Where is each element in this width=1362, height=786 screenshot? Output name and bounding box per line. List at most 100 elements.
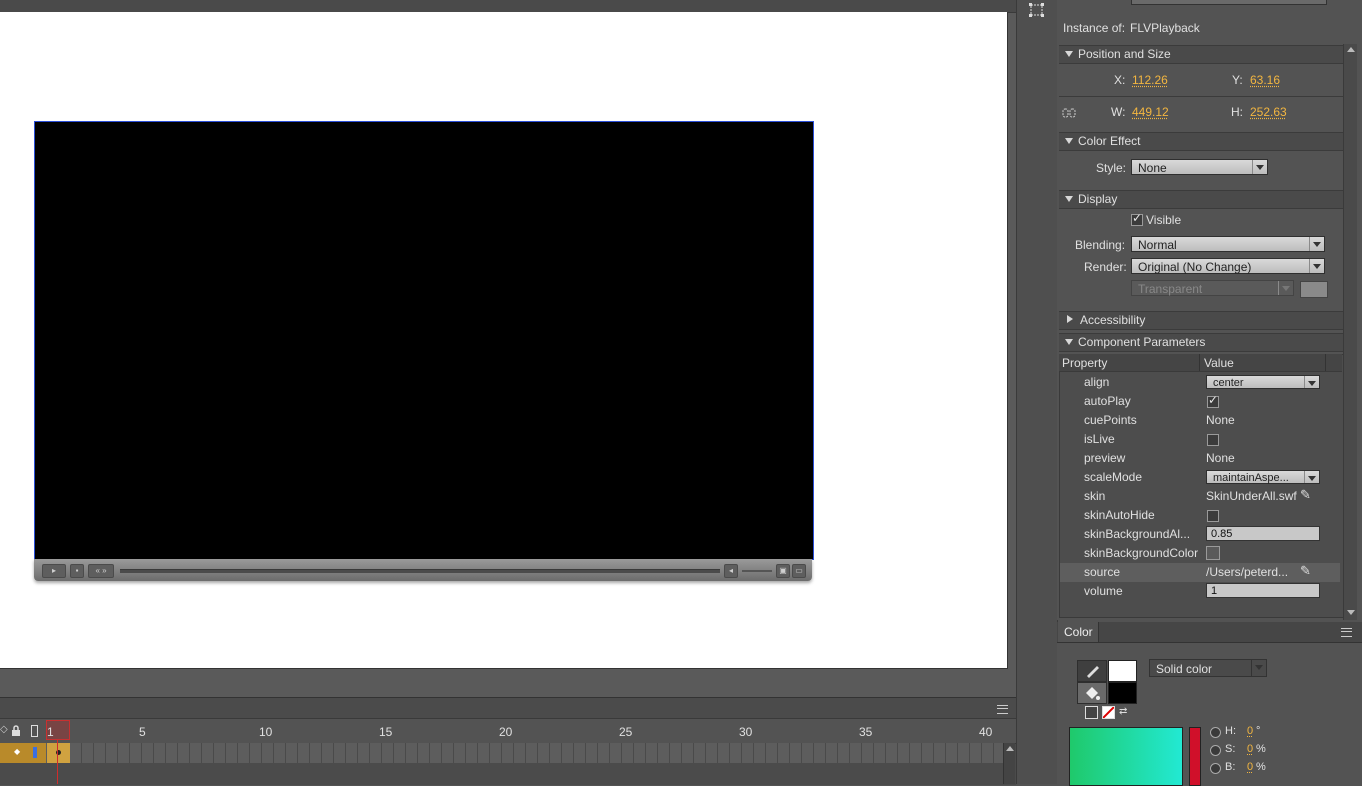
link-proportions-icon[interactable] [1062,106,1076,120]
frame-number-label: 10 [259,725,273,739]
color-panel-menu-icon[interactable] [1341,628,1352,637]
param-dropdown[interactable]: maintainAspe... [1206,470,1320,484]
stop-button[interactable]: ▪ [70,564,84,578]
saturation-radio[interactable] [1210,745,1221,756]
param-row-skinbackgroundal[interactable]: skinBackgroundAl... 0.85 [1060,525,1340,544]
hue-slider[interactable] [1189,727,1201,786]
no-color-icon[interactable] [1102,706,1115,719]
param-row-align[interactable]: align center [1060,373,1340,392]
param-row-skinautohide[interactable]: skinAutoHide [1060,506,1340,525]
x-value[interactable]: 112.26 [1132,73,1168,87]
style-dropdown[interactable]: None [1131,159,1268,175]
lock-icon[interactable] [10,724,22,737]
default-colors-icon[interactable] [1085,706,1098,719]
layer-visible-dot-icon[interactable]: ◆ [14,747,20,756]
param-input[interactable]: 1 [1206,583,1320,598]
keyframe-1[interactable] [47,743,70,763]
edit-pencil-icon[interactable]: ✎ [1300,563,1311,579]
align-snap-icon[interactable] [1029,3,1044,17]
param-checkbox[interactable] [1207,434,1219,446]
y-value[interactable]: 63.16 [1250,73,1280,87]
render-dropdown[interactable]: Original (No Change) [1131,258,1325,274]
stroke-color-swatch[interactable] [1108,660,1137,682]
visible-checkbox[interactable] [1131,211,1143,226]
fill-type-dropdown[interactable]: Solid color [1149,659,1267,677]
hue-value[interactable]: 0 [1247,725,1253,737]
param-row-cuepoints[interactable]: cuePoints None [1060,411,1340,430]
saturation-value[interactable]: 0 [1247,743,1253,755]
flvplayback-video-area[interactable] [34,121,814,560]
param-row-skinbackgroundcolor[interactable]: skinBackgroundColor [1060,544,1340,563]
timeline-menu-icon[interactable] [997,705,1008,714]
param-dropdown-value: center [1213,377,1244,389]
section-title: Color Effect [1078,134,1141,148]
section-accessibility[interactable]: Accessibility [1059,311,1343,330]
column-property[interactable]: Property [1062,356,1107,370]
layer-color-icon[interactable] [33,747,37,758]
brightness-radio[interactable] [1210,763,1221,774]
param-dropdown-value: maintainAspe... [1213,472,1289,484]
param-row-islive[interactable]: isLive [1060,430,1340,449]
captions-button[interactable]: ▭ [792,564,806,578]
timeline-scrollbar[interactable] [1003,743,1015,784]
playhead-line [57,740,58,784]
color-spectrum-picker[interactable] [1069,727,1183,786]
instance-name-field[interactable] [1131,0,1327,5]
param-checkbox[interactable] [1207,393,1219,408]
section-color-effect[interactable]: Color Effect [1059,132,1343,151]
param-checkbox[interactable] [1207,510,1219,522]
parameters-table-header: Property Value [1059,354,1342,372]
param-row-source[interactable]: source/Users/peterd... ✎ [1060,563,1340,582]
stroke-color-tool[interactable] [1077,660,1107,682]
section-position-size[interactable]: Position and Size [1059,45,1343,64]
param-row-scalemode[interactable]: scaleMode maintainAspe... [1060,468,1340,487]
tab-color[interactable]: Color [1058,622,1099,642]
paint-bucket-icon [1086,687,1100,700]
play-button[interactable]: ▸ [42,564,66,578]
scroll-down-arrow[interactable] [1347,610,1355,615]
param-row-preview[interactable]: preview None [1060,449,1340,468]
param-row-skin[interactable]: skin SkinUnderAll.swf ✎ [1060,487,1340,506]
scroll-up-arrow[interactable] [1006,746,1014,751]
pencil-icon [1087,666,1099,678]
swap-colors-icon[interactable]: ⇄ [1119,706,1131,717]
hue-radio[interactable] [1210,727,1221,738]
param-row-volume[interactable]: volume 1 [1060,582,1340,601]
section-component-parameters[interactable]: Component Parameters [1059,333,1343,352]
w-value[interactable]: 449.12 [1132,105,1169,119]
volume-slider[interactable] [742,570,772,572]
edit-pencil-icon[interactable]: ✎ [1300,487,1311,503]
layer-row[interactable]: ◆ [0,743,46,763]
param-color-swatch[interactable] [1206,546,1220,560]
param-name: source [1084,565,1121,579]
outline-icon[interactable] [31,725,38,737]
column-value[interactable]: Value [1204,356,1234,370]
brightness-unit: % [1256,761,1266,773]
section-display[interactable]: Display [1059,190,1343,209]
panel-dock-strip [1016,0,1058,784]
saturation-unit: % [1256,743,1266,755]
timeline-frames[interactable] [46,743,1006,763]
x-label: X: [1114,73,1126,87]
seek-buttons[interactable]: « » [88,564,114,578]
scroll-up-arrow[interactable] [1347,47,1355,52]
param-input[interactable]: 0.85 [1206,526,1320,541]
blending-dropdown-value: Normal [1138,238,1177,252]
param-value[interactable]: SkinUnderAll.swf [1206,489,1297,503]
fill-color-tool[interactable] [1077,682,1107,704]
brightness-value[interactable]: 0 [1247,761,1253,773]
h-value[interactable]: 252.63 [1250,105,1287,119]
seek-bar[interactable] [120,569,720,573]
properties-scrollbar[interactable] [1343,44,1357,620]
flvplayback-skin-controls[interactable]: ▸ ▪ « » ◂ ▣ ▭ [34,559,812,581]
fill-color-swatch[interactable] [1108,682,1137,704]
fullscreen-button[interactable]: ▣ [776,564,790,578]
volume-icon[interactable]: ◂ [724,564,738,578]
collapse-triangle-icon [1065,196,1073,202]
param-dropdown[interactable]: center [1206,375,1320,389]
blending-dropdown[interactable]: Normal [1131,236,1325,252]
param-value[interactable]: /Users/peterd... [1206,565,1288,579]
param-row-autoplay[interactable]: autoPlay [1060,392,1340,411]
show-hide-icon[interactable]: ◇ [0,724,8,735]
param-name: volume [1084,584,1123,598]
